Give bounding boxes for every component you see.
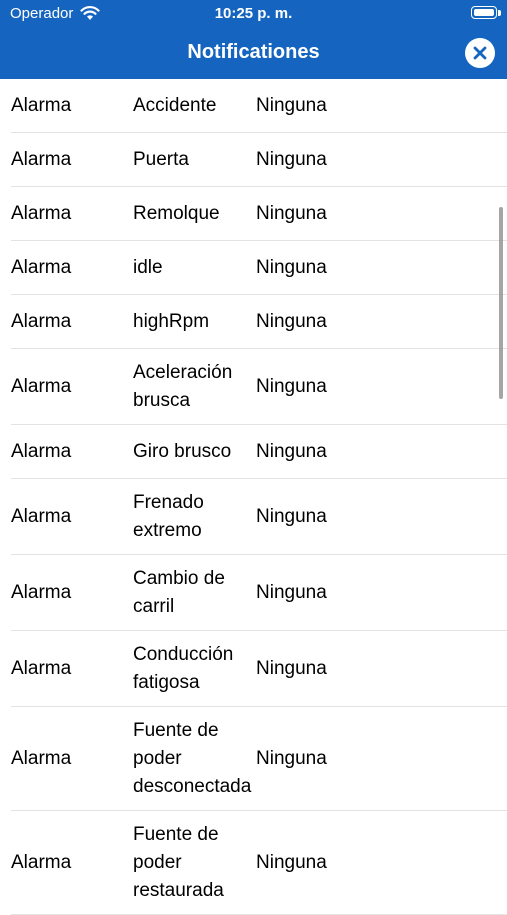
row-event: Fuente de poder restaurada <box>133 824 224 901</box>
row-type: Alarma <box>11 95 72 116</box>
scroll-indicator[interactable] <box>499 207 503 399</box>
row-type: Alarma <box>11 149 72 170</box>
row-value: Ninguna <box>256 203 327 224</box>
row-type: Alarma <box>11 203 72 224</box>
nav-bar: Notificationes <box>0 27 507 79</box>
row-event: highRpm <box>133 311 210 332</box>
row-value: Ninguna <box>256 257 327 278</box>
row-event: Fuente de poder desconectada <box>133 720 252 797</box>
row-type: Alarma <box>11 376 72 397</box>
row-value: Ninguna <box>256 376 327 397</box>
row-value: Ninguna <box>256 852 327 873</box>
row-type: Alarma <box>11 748 72 769</box>
list-item[interactable]: Alarma Accidente Ninguna <box>0 79 507 133</box>
list-item[interactable]: Alarma Conducción fatigosa Ninguna <box>0 631 507 707</box>
row-event: Aceleración brusca <box>133 362 233 411</box>
list-item[interactable]: Alarma Remolque Ninguna <box>0 187 507 241</box>
page-title: Notificationes <box>187 41 320 63</box>
list-item[interactable]: Alarma Fuente de poder restaurada Ningun… <box>0 811 507 915</box>
row-value: Ninguna <box>256 95 327 116</box>
row-value: Ninguna <box>256 311 327 332</box>
row-value: Ninguna <box>256 441 327 462</box>
row-type: Alarma <box>11 658 72 679</box>
row-event: Frenado extremo <box>133 492 204 541</box>
status-bar: Operador 10:25 p. m. <box>0 0 507 27</box>
row-type: Alarma <box>11 257 72 278</box>
clock: 10:25 p. m. <box>214 5 293 22</box>
close-icon <box>473 46 487 60</box>
list-item[interactable]: Alarma Frenado extremo Ninguna <box>0 479 507 555</box>
list-item[interactable]: Alarma Puerta Ninguna <box>0 133 507 187</box>
row-event: Accidente <box>133 95 217 116</box>
row-value: Ninguna <box>256 582 327 603</box>
list-item[interactable]: Alarma idle Ninguna <box>0 241 507 295</box>
row-type: Alarma <box>11 506 72 527</box>
row-event: Puerta <box>133 149 189 170</box>
battery-icon <box>471 6 497 19</box>
row-type: Alarma <box>11 311 72 332</box>
row-event: Remolque <box>133 203 220 224</box>
row-event: idle <box>133 257 163 278</box>
list-item[interactable]: Alarma Fuente de poder desconectada Ning… <box>0 707 507 811</box>
battery-tip <box>498 10 501 16</box>
list-item[interactable]: Alarma Giro brusco Ninguna <box>0 425 507 479</box>
row-type: Alarma <box>11 441 72 462</box>
row-value: Ninguna <box>256 748 327 769</box>
list-item[interactable]: Alarma Cambio de carril Ninguna <box>0 555 507 631</box>
close-button[interactable] <box>465 38 495 68</box>
notification-list: Alarma Accidente Ninguna Alarma Puerta N… <box>0 79 507 915</box>
row-type: Alarma <box>11 852 72 873</box>
row-value: Ninguna <box>256 658 327 679</box>
list-item[interactable]: Alarma highRpm Ninguna <box>0 295 507 349</box>
list-item[interactable]: Alarma Aceleración brusca Ninguna <box>0 349 507 425</box>
row-event: Conducción fatigosa <box>133 644 234 693</box>
row-type: Alarma <box>11 582 72 603</box>
row-event: Giro brusco <box>133 441 232 462</box>
row-value: Ninguna <box>256 149 327 170</box>
row-event: Cambio de carril <box>133 568 225 617</box>
row-value: Ninguna <box>256 506 327 527</box>
